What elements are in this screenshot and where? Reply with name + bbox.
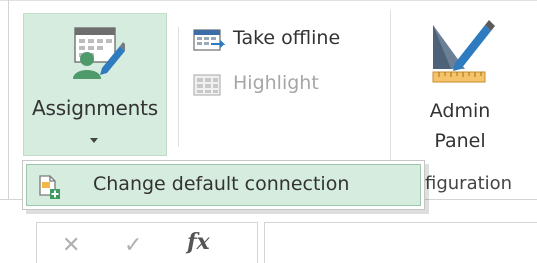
admin-panel-icon[interactable] bbox=[425, 19, 495, 85]
chevron-down-icon bbox=[90, 138, 98, 143]
assignments-icon bbox=[73, 27, 125, 79]
take-offline-button[interactable]: Take offline bbox=[193, 25, 383, 57]
ribbon-separator bbox=[178, 27, 179, 147]
ribbon-left-divider bbox=[8, 0, 9, 200]
admin-panel-label-line2: Panel bbox=[434, 130, 486, 152]
ribbon-top-divider bbox=[0, 0, 537, 1]
formula-input[interactable] bbox=[264, 222, 537, 263]
highlight-button[interactable]: Highlight bbox=[193, 70, 383, 102]
cancel-formula-button[interactable]: ✕ bbox=[62, 233, 80, 258]
highlight-label: Highlight bbox=[233, 72, 319, 94]
group-separator bbox=[390, 10, 391, 175]
take-offline-icon bbox=[193, 29, 226, 51]
admin-panel-label-line1: Admin bbox=[429, 100, 491, 122]
assignments-dropdown-menu: Change default connection bbox=[22, 160, 425, 210]
menu-item-label: Change default connection bbox=[93, 173, 350, 195]
admin-panel-button[interactable]: Admin Panel bbox=[398, 96, 522, 156]
ribbon-group-label: figuration bbox=[425, 173, 513, 194]
assignments-button[interactable]: Assignments bbox=[23, 13, 167, 156]
insert-function-button[interactable]: fx bbox=[187, 229, 210, 255]
take-offline-label: Take offline bbox=[233, 27, 341, 49]
assignments-label: Assignments bbox=[32, 96, 158, 120]
highlight-icon bbox=[193, 74, 221, 96]
menu-item-change-default-connection[interactable]: Change default connection bbox=[26, 164, 421, 206]
enter-formula-button[interactable]: ✓ bbox=[124, 233, 142, 258]
change-connection-icon bbox=[39, 175, 60, 199]
